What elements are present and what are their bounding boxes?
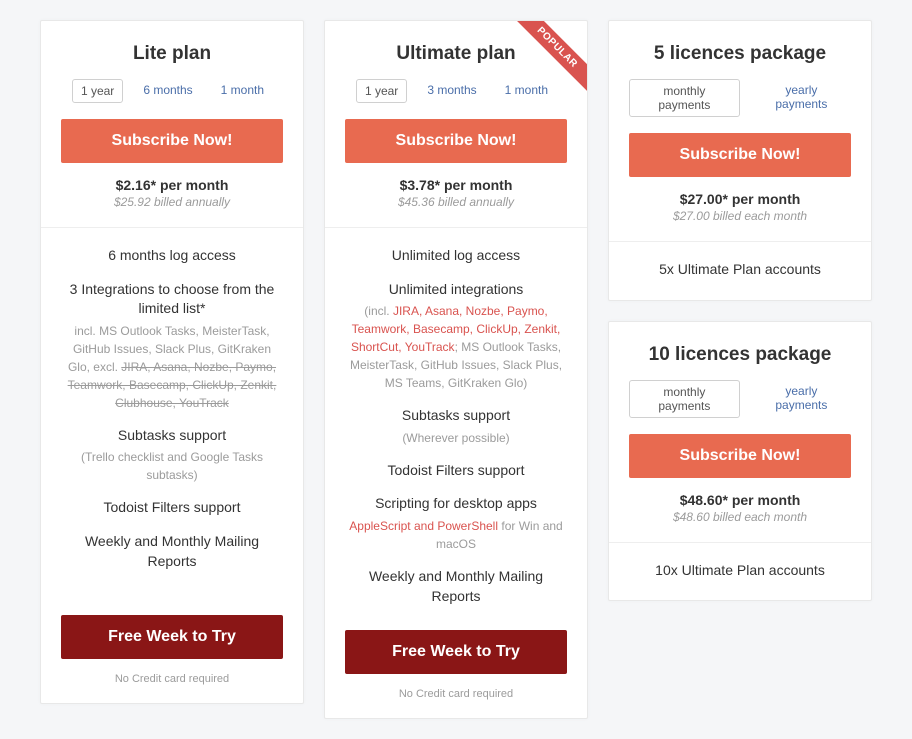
pkg10-price: $48.60* per month [629,492,851,508]
pkg10-tab-monthly[interactable]: monthly payments [629,380,740,418]
lite-price: $2.16* per month [61,177,283,193]
ultimate-feature-log-access: Unlimited log access [345,246,567,266]
pkg5-tab-monthly[interactable]: monthly payments [629,79,740,117]
lite-feature-log-access: 6 months log access [61,246,283,266]
ultimate-no-cc: No Credit card required [345,688,567,700]
lite-billed: $25.92 billed annually [61,195,283,209]
lite-subscribe-button[interactable]: Subscribe Now! [61,119,283,163]
lite-plan-card: Lite plan 1 year 6 months 1 month Subscr… [40,20,304,704]
ultimate-billed: $45.36 billed annually [345,195,567,209]
ultimate-tabs: 1 year 3 months 1 month [345,79,567,103]
ultimate-plan-card: POPULAR Ultimate plan 1 year 3 months 1 … [324,20,588,719]
pkg5-tab-yearly[interactable]: yearly payments [752,79,851,117]
lite-tab-1year[interactable]: 1 year [72,79,123,103]
lite-feature-subtasks-detail: (Trello checklist and Google Tasks subta… [61,448,283,484]
pkg5-subscribe-button[interactable]: Subscribe Now! [629,133,851,177]
pkg5-card: 5 licences package monthly payments year… [608,20,872,301]
pkg10-tabs: monthly payments yearly payments [629,380,851,418]
lite-feature-integrations-detail: incl. MS Outlook Tasks, MeisterTask, Git… [61,322,283,412]
lite-tab-6months[interactable]: 6 months [135,79,200,103]
lite-title: Lite plan [61,43,283,65]
lite-no-cc: No Credit card required [61,673,283,685]
ultimate-feature-scripting: Scripting for desktop apps [345,494,567,514]
ultimate-tab-1year[interactable]: 1 year [356,79,407,103]
ultimate-subscribe-button[interactable]: Subscribe Now! [345,119,567,163]
ultimate-feature-scripting-detail: AppleScript and PowerShell for Win and m… [345,517,567,553]
ultimate-feature-integrations-detail: (incl. JIRA, Asana, Nozbe, Paymo, Teamwo… [345,302,567,392]
ultimate-feature-subtasks-detail: (Wherever possible) [345,429,567,447]
lite-free-week-button[interactable]: Free Week to Try [61,615,283,659]
pkg10-tab-yearly[interactable]: yearly payments [752,380,851,418]
pkg5-price: $27.00* per month [629,191,851,207]
pkg10-feature-accounts: 10x Ultimate Plan accounts [629,561,851,581]
pkg10-title: 10 licences package [629,344,851,366]
pkg10-billed: $48.60 billed each month [629,510,851,524]
pkg5-feature-accounts: 5x Ultimate Plan accounts [629,260,851,280]
ultimate-feature-integrations: Unlimited integrations [345,280,567,300]
lite-feature-integrations: 3 Integrations to choose from the limite… [61,280,283,319]
pkg5-tabs: monthly payments yearly payments [629,79,851,117]
ultimate-price: $3.78* per month [345,177,567,193]
ultimate-feature-subtasks: Subtasks support [345,406,567,426]
ultimate-free-week-button[interactable]: Free Week to Try [345,630,567,674]
ultimate-tab-1month[interactable]: 1 month [497,79,556,103]
ultimate-feature-todoist: Todoist Filters support [345,461,567,481]
pkg5-billed: $27.00 billed each month [629,209,851,223]
lite-tabs: 1 year 6 months 1 month [61,79,283,103]
lite-feature-reports: Weekly and Monthly Mailing Reports [61,532,283,571]
lite-feature-subtasks: Subtasks support [61,426,283,446]
ultimate-title: Ultimate plan [345,43,567,65]
pkg10-card: 10 licences package monthly payments yea… [608,321,872,602]
lite-tab-1month[interactable]: 1 month [213,79,272,103]
ultimate-tab-3months[interactable]: 3 months [419,79,484,103]
lite-feature-todoist: Todoist Filters support [61,498,283,518]
ultimate-feature-reports: Weekly and Monthly Mailing Reports [345,567,567,606]
pkg10-subscribe-button[interactable]: Subscribe Now! [629,434,851,478]
pkg5-title: 5 licences package [629,43,851,65]
